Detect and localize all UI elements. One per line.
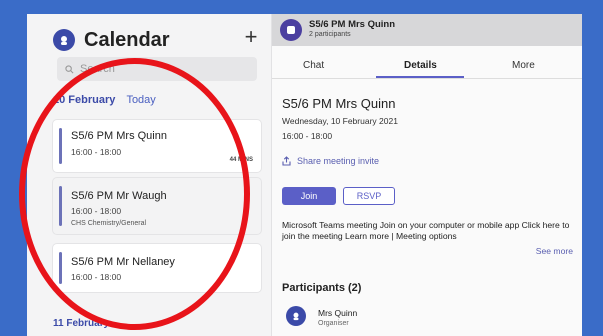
meeting-header-bar: S5/6 PM Mrs Quinn 2 participants — [272, 14, 582, 46]
meeting-icon — [287, 26, 295, 34]
tab-chat[interactable]: Chat — [303, 60, 324, 71]
participants-header: Participants (2) — [282, 282, 362, 294]
meeting-header-title: S5/6 PM Mrs Quinn — [309, 19, 396, 30]
active-tab-indicator — [376, 76, 464, 78]
see-more-link[interactable]: See more — [536, 246, 573, 256]
tab-more[interactable]: More — [512, 60, 535, 71]
share-icon — [282, 156, 291, 166]
calendar-app-icon — [53, 29, 75, 51]
presentation-frame: Calendar + Search 10 February Today S5/6… — [0, 0, 603, 336]
rsvp-button[interactable]: RSVP — [343, 187, 395, 205]
participant-name: Mrs Quinn — [318, 308, 358, 318]
share-invite-link[interactable]: Share meeting invite — [282, 156, 379, 166]
tab-details[interactable]: Details — [404, 60, 437, 71]
meeting-details-pane: S5/6 PM Mrs Quinn 2 participants Chat De… — [271, 14, 582, 336]
meeting-description: Microsoft Teams meeting Join on your com… — [282, 220, 570, 241]
share-invite-label: Share meeting invite — [297, 156, 380, 166]
meeting-time: 16:00 - 18:00 — [282, 131, 333, 141]
meeting-participant-count: 2 participants — [309, 31, 351, 38]
participant-role: Organiser — [318, 320, 349, 327]
participant-avatar — [286, 306, 306, 326]
search-icon — [65, 64, 74, 73]
calendar-header: Calendar — [53, 25, 170, 55]
red-highlight-circle — [19, 58, 250, 330]
meeting-title: S5/6 PM Mrs Quinn — [282, 96, 396, 111]
calendar-title: Calendar — [84, 28, 170, 51]
join-button[interactable]: Join — [282, 187, 336, 205]
new-event-button[interactable]: + — [241, 25, 261, 49]
meeting-avatar — [280, 19, 302, 41]
meeting-date: Wednesday, 10 February 2021 — [282, 116, 398, 126]
